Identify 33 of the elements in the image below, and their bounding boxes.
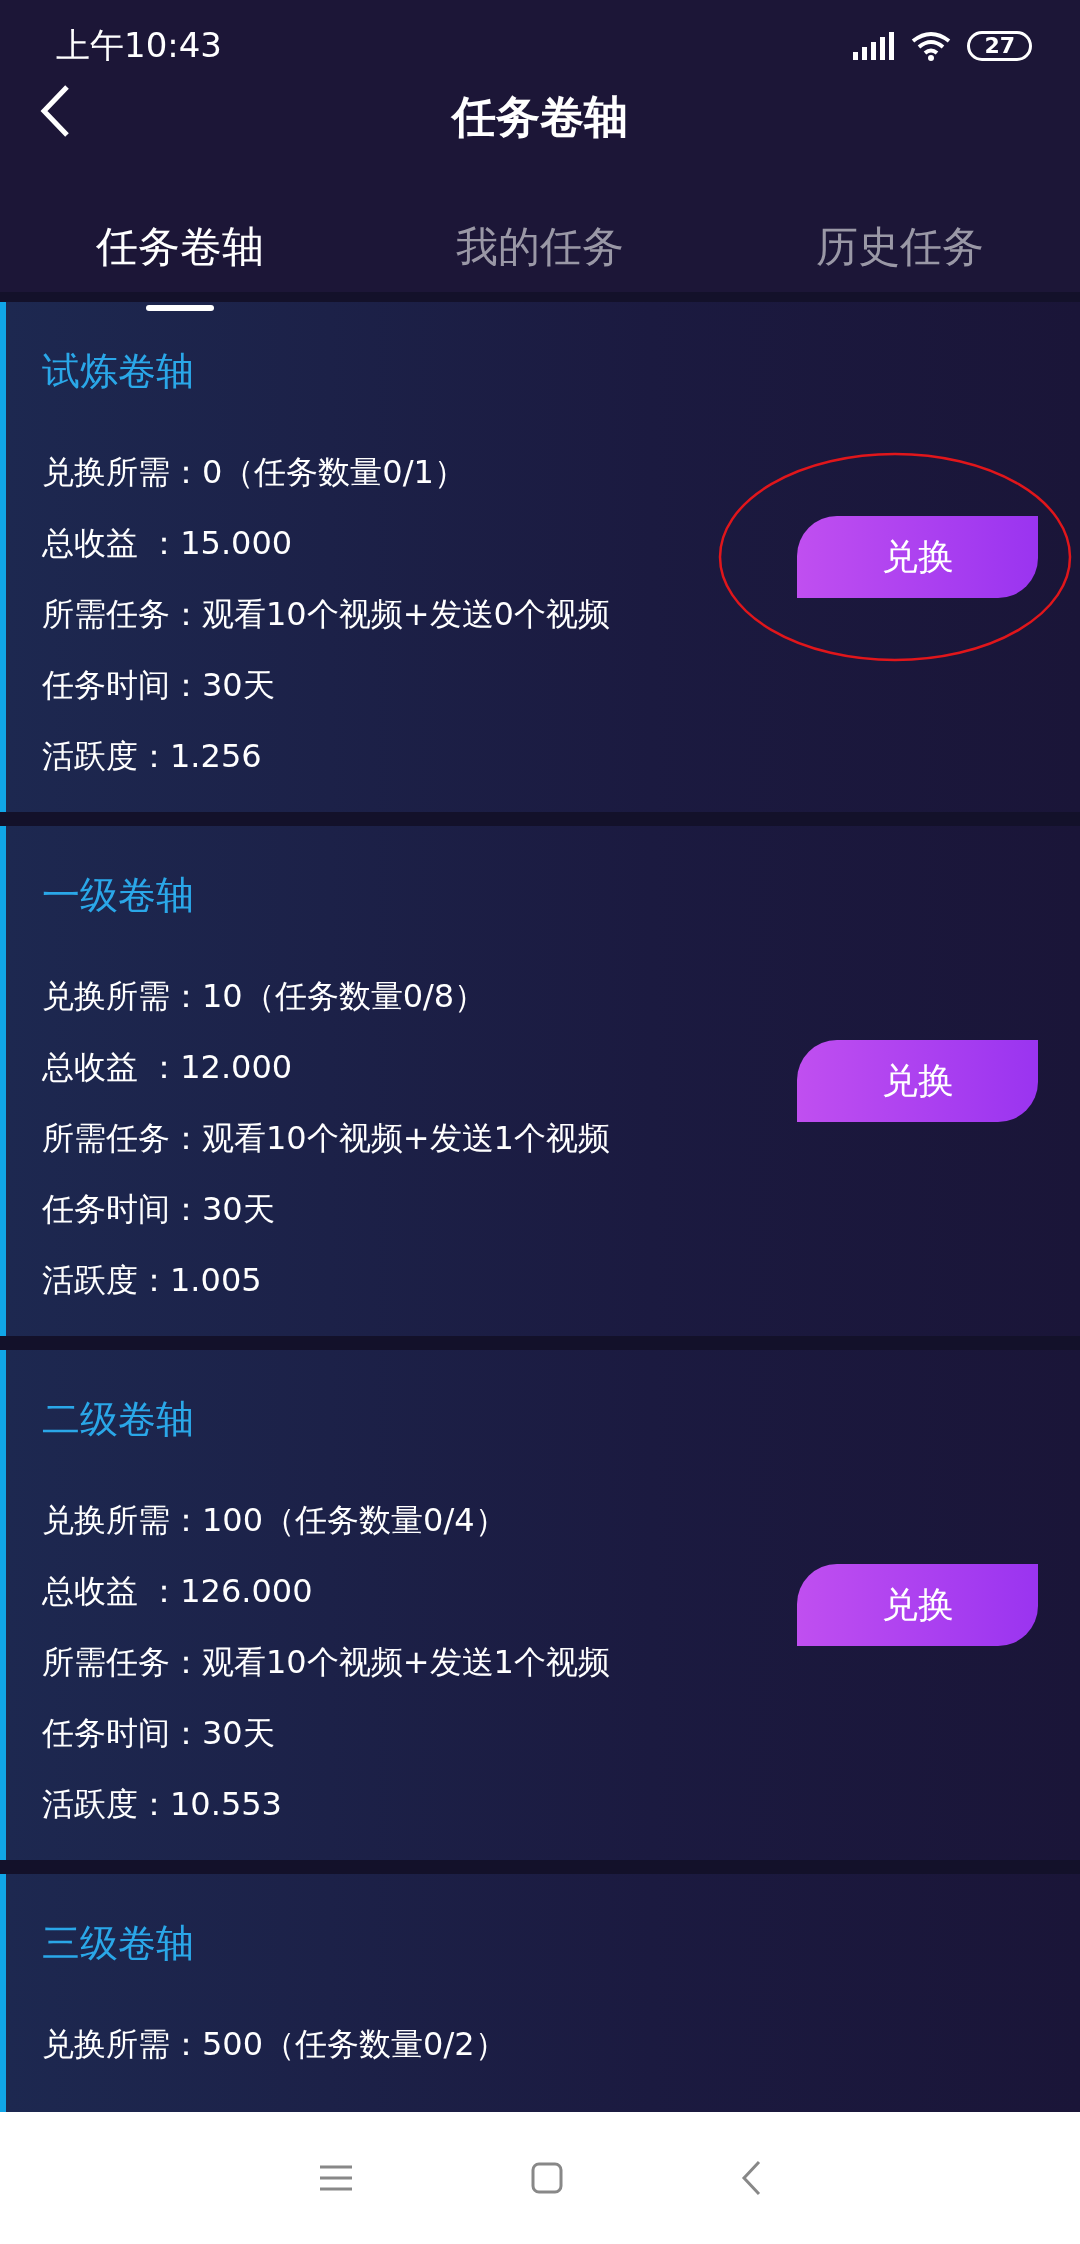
scroll-detail: 所需任务：观看10个视频+发送1个视频 <box>42 1118 611 1159</box>
scroll-detail: 兑换所需：0（任务数量0/1） <box>42 452 467 493</box>
exchange-button[interactable]: 兑换 <box>797 1564 1038 1646</box>
scroll-detail: 活跃度：1.256 <box>42 736 263 777</box>
wifi-icon <box>911 31 952 61</box>
scroll-title: 二级卷轴 <box>42 1396 195 1443</box>
tab[interactable]: 历史任务 <box>720 189 1080 311</box>
scroll-detail: 兑换所需：10（任务数量0/8） <box>42 976 488 1017</box>
menu-icon[interactable] <box>319 2164 353 2192</box>
scroll-detail: 总收益 ：12.000 <box>42 1047 294 1088</box>
scroll-detail: 兑换所需：100（任务数量0/4） <box>42 1500 508 1541</box>
home-icon[interactable] <box>531 2162 563 2194</box>
signal-icon <box>853 32 896 60</box>
tab[interactable]: 任务卷轴 <box>0 189 360 311</box>
scroll-detail: 所需任务：观看10个视频+发送0个视频 <box>42 594 611 635</box>
scroll-title: 试炼卷轴 <box>42 348 195 395</box>
scroll-detail: 总收益 ：126.000 <box>42 1571 314 1612</box>
scroll-detail: 活跃度：10.553 <box>42 1784 283 1825</box>
scroll-detail: 任务时间：30天 <box>42 665 276 706</box>
scroll-title: 一级卷轴 <box>42 872 195 919</box>
scroll-detail: 任务时间：30天 <box>42 1189 276 1230</box>
exchange-button[interactable]: 兑换 <box>797 516 1038 598</box>
scroll-title: 三级卷轴 <box>42 1920 195 1967</box>
scroll-detail: 所需任务：观看10个视频+发送1个视频 <box>42 1642 611 1683</box>
status-time: 上午10:43 <box>56 24 222 67</box>
exchange-button[interactable]: 兑换 <box>797 1040 1038 1122</box>
tab[interactable]: 我的任务 <box>360 189 720 311</box>
page-title: 任务卷轴 <box>452 89 628 144</box>
scroll-detail: 任务时间：30天 <box>42 1713 276 1754</box>
scroll-detail: 总收益 ：15.000 <box>42 523 294 564</box>
scroll-detail: 活跃度：1.005 <box>42 1260 263 1301</box>
scroll-detail: 兑换所需：500（任务数量0/2） <box>42 2024 508 2065</box>
battery-indicator: 27 <box>967 31 1032 61</box>
